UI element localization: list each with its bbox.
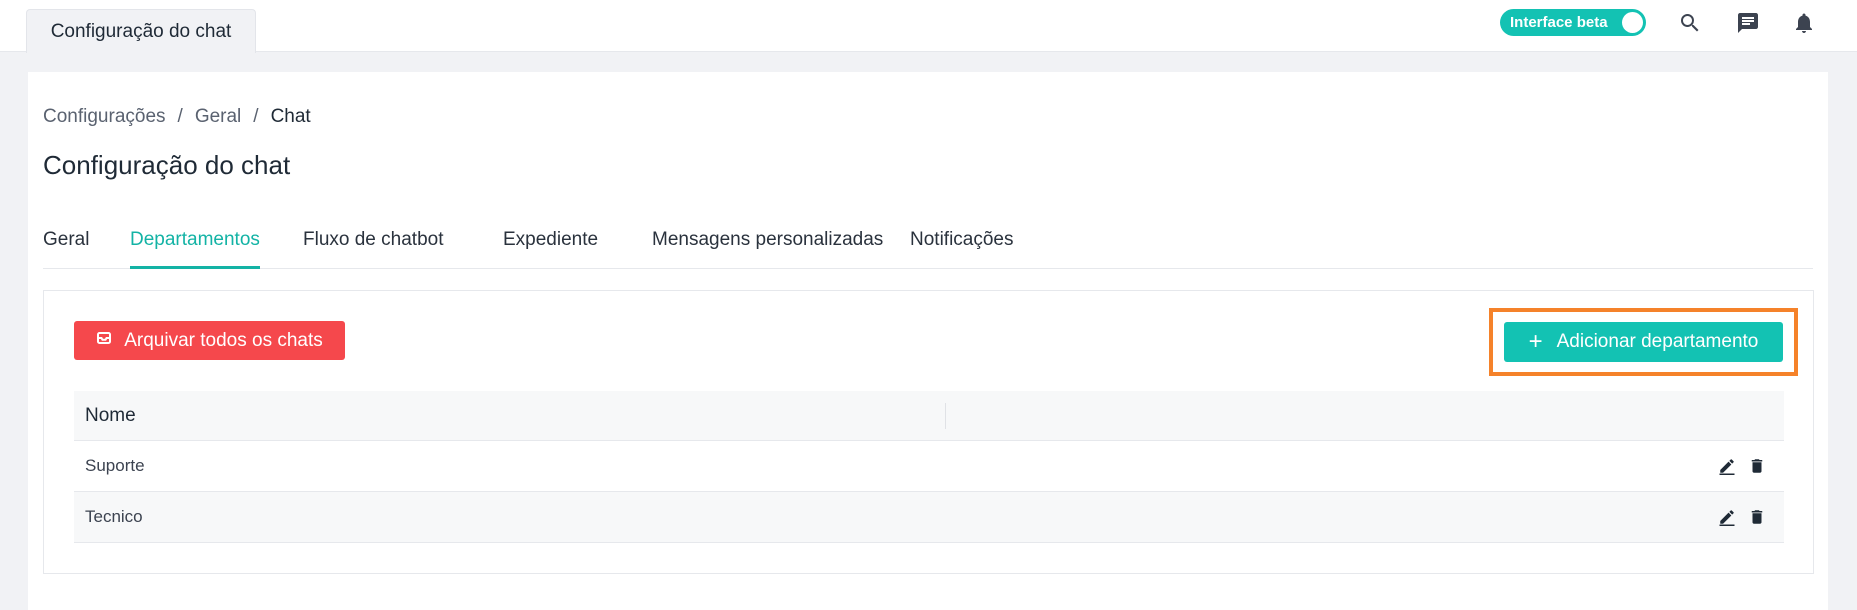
- interface-beta-label: Interface beta: [1510, 14, 1608, 31]
- bell-icon[interactable]: [1789, 8, 1819, 38]
- archive-icon: [96, 330, 112, 352]
- department-name: Suporte: [85, 456, 145, 475]
- breadcrumb-separator: /: [177, 106, 183, 127]
- breadcrumb: Configurações / Geral / Chat: [43, 106, 311, 128]
- tab-fluxo-de-chatbot[interactable]: Fluxo de chatbot: [303, 221, 443, 269]
- table-row: Suporte: [74, 441, 1784, 492]
- tab-departamentos[interactable]: Departamentos: [130, 221, 260, 269]
- add-department-button[interactable]: + Adicionar departamento: [1504, 322, 1783, 362]
- row-actions: [1718, 456, 1766, 476]
- top-tab-chat-config[interactable]: Configuração do chat: [26, 9, 256, 53]
- delete-icon[interactable]: [1748, 456, 1766, 476]
- department-name: Tecnico: [85, 507, 143, 526]
- delete-icon[interactable]: [1748, 507, 1766, 527]
- departments-table: Nome Suporte Tecnico: [74, 391, 1784, 543]
- page-title: Configuração do chat: [43, 150, 291, 180]
- departments-panel: Arquivar todos os chats + Adicionar depa…: [43, 290, 1814, 574]
- add-department-label: Adicionar departamento: [1556, 331, 1759, 352]
- plus-icon: +: [1528, 328, 1543, 355]
- breadcrumb-item-configuracoes[interactable]: Configurações: [43, 106, 166, 128]
- column-header-nome[interactable]: Nome: [74, 405, 136, 427]
- settings-card: Configurações / Geral / Chat Configuraçã…: [28, 72, 1828, 610]
- table-header: Nome: [74, 391, 1784, 441]
- archive-all-chats-button[interactable]: Arquivar todos os chats: [74, 321, 345, 360]
- top-bar: Configuração do chat Interface beta: [0, 0, 1857, 53]
- row-actions: [1718, 507, 1766, 527]
- tab-geral[interactable]: Geral: [43, 221, 89, 269]
- archive-all-chats-label: Arquivar todos os chats: [124, 329, 323, 351]
- breadcrumb-item-chat: Chat: [270, 106, 311, 127]
- breadcrumb-item-geral[interactable]: Geral: [195, 106, 241, 128]
- interface-beta-toggle[interactable]: Interface beta: [1500, 9, 1646, 36]
- edit-icon[interactable]: [1718, 507, 1736, 527]
- column-divider: [945, 403, 946, 429]
- tab-mensagens-personalizadas[interactable]: Mensagens personalizadas: [652, 221, 883, 269]
- edit-icon[interactable]: [1718, 456, 1736, 476]
- toggle-knob: [1622, 12, 1643, 33]
- breadcrumb-separator: /: [253, 106, 259, 127]
- table-row: Tecnico: [74, 492, 1784, 543]
- chat-icon[interactable]: [1733, 8, 1763, 38]
- tab-expediente[interactable]: Expediente: [503, 221, 598, 269]
- settings-tabs: Geral Departamentos Fluxo de chatbot Exp…: [43, 221, 1813, 269]
- search-icon[interactable]: [1675, 8, 1705, 38]
- tab-notificacoes[interactable]: Notificações: [910, 221, 1014, 269]
